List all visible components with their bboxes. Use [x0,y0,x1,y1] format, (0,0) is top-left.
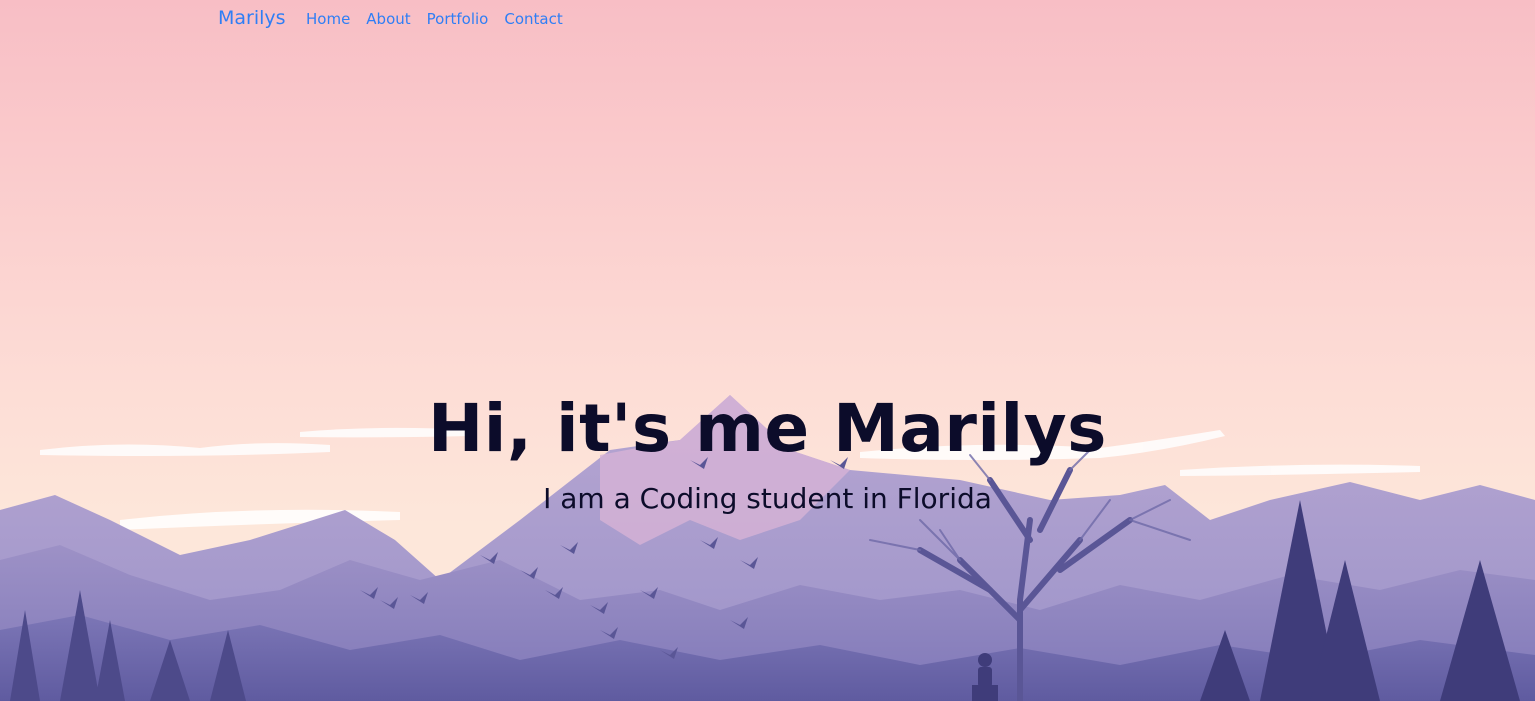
nav-link-contact[interactable]: Contact [504,10,562,28]
nav-link-portfolio[interactable]: Portfolio [427,10,489,28]
nav-link-about[interactable]: About [366,10,410,28]
hero-section: Marilys Home About Portfolio Contact Hi,… [0,0,1535,701]
hero-title: Hi, it's me Marilys [428,390,1107,467]
nav-link-home[interactable]: Home [306,10,350,28]
mountain-landscape-background [0,0,1535,701]
brand-link[interactable]: Marilys [218,7,286,29]
navbar: Marilys Home About Portfolio Contact [0,0,1535,38]
nav-links: Home About Portfolio Contact [306,10,579,28]
hero-subtitle: I am a Coding student in Florida [543,482,992,515]
